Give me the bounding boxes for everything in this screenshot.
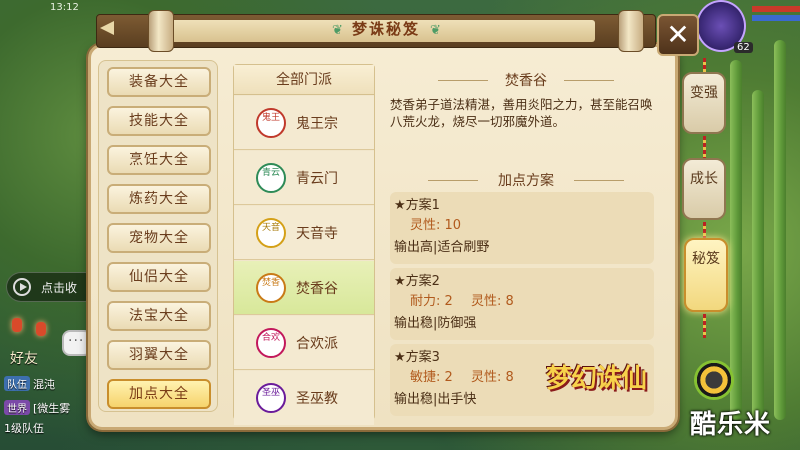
close-icon: ✕ (666, 18, 690, 51)
sect-description: 焚香弟子道法精湛，善用炎阳之力，甚至能召唤八荒火龙，烧尽一切邪魔外道。 (390, 97, 653, 129)
title-ornament-icon: ❦ (430, 23, 441, 38)
sect-item-qingyun[interactable]: 青云 青云门 (234, 151, 374, 205)
category-alchemy[interactable]: 炼药大全 (107, 184, 211, 214)
category-list: 装备大全 技能大全 烹饪大全 炼药大全 宠物大全 仙侣大全 法宝大全 羽翼大全 … (98, 60, 218, 412)
plan-stat: 灵性: 10 (410, 218, 462, 233)
plan-stat: 耐力: 2 (410, 294, 453, 309)
auto-play-label: 点击收 (41, 281, 78, 295)
plan-description: 输出稳|出手快 (394, 392, 477, 407)
sect-name: 青云门 (296, 171, 338, 187)
sect-name: 合欢派 (296, 336, 338, 352)
bamboo-decoration (730, 60, 742, 420)
divider (564, 80, 614, 81)
mp-bar (752, 15, 800, 21)
sect-list: 全部门派 鬼王 鬼王宗 青云 青云门 天音 天音寺 焚香 焚香谷 合欢 合欢派 … (233, 64, 375, 425)
sect-item-hehuan[interactable]: 合欢 合欢派 (234, 316, 374, 370)
category-attribute-points[interactable]: 加点大全 (107, 379, 211, 409)
category-skills[interactable]: 技能大全 (107, 106, 211, 136)
friends-button[interactable]: 好友 (10, 348, 38, 368)
plan-stats: 灵性: 10 (410, 214, 475, 233)
plan-name: ★方案1 (394, 198, 440, 213)
scroll-cap-left (148, 10, 174, 52)
chat-line[interactable]: 世界 [微生雾 (4, 400, 70, 416)
sect-name: 圣巫教 (296, 391, 338, 407)
close-button[interactable]: ✕ (657, 14, 699, 56)
category-wings[interactable]: 羽翼大全 (107, 340, 211, 370)
sect-item-tianyin[interactable]: 天音 天音寺 (234, 206, 374, 260)
player-level-badge: 62 (734, 42, 753, 53)
sect-emblem-icon: 青云 (256, 163, 286, 193)
chat-text: [微生雾 (33, 402, 71, 415)
sect-emblem-icon: 天音 (256, 218, 286, 248)
play-icon (13, 278, 31, 296)
tab-chain (703, 314, 706, 338)
sect-emblem-icon: 焚香 (256, 273, 286, 303)
sect-name: 焚香谷 (296, 281, 338, 297)
plan-name: ★方案3 (394, 350, 440, 365)
sect-name: 鬼王宗 (296, 116, 338, 132)
sect-list-header[interactable]: 全部门派 (234, 65, 374, 95)
sect-name: 天音寺 (296, 226, 338, 242)
chat-line[interactable]: 1级队伍 (4, 420, 44, 436)
chat-channel-tag: 队伍 (4, 376, 30, 391)
plan-description: 输出高|适合刷野 (394, 240, 490, 255)
panel-title: 梦诛秘笈 (351, 20, 420, 38)
plan-stats: 耐力: 2 灵性: 8 (410, 290, 528, 309)
plan-stat: 灵性: 8 (470, 294, 514, 309)
plan-card: ★方案1 灵性: 10 输出高|适合刷野 (390, 192, 654, 264)
category-companions[interactable]: 仙侣大全 (107, 262, 211, 292)
plan-stat: 敏捷: 2 (410, 370, 453, 385)
sect-item-guiwang[interactable]: 鬼王 鬼王宗 (234, 96, 374, 150)
category-pets[interactable]: 宠物大全 (107, 223, 211, 253)
hp-bar (752, 6, 800, 12)
category-cooking[interactable]: 烹饪大全 (107, 145, 211, 175)
sect-emblem-icon: 鬼王 (256, 108, 286, 138)
auto-play-button[interactable]: 点击收 (6, 272, 100, 302)
sect-item-shengwu[interactable]: 圣巫 圣巫教 (234, 371, 374, 425)
chat-text: 混沌 (33, 378, 55, 391)
sect-emblem-icon: 合欢 (256, 328, 286, 358)
clock: 13:12 (50, 2, 79, 13)
plan-stats: 敏捷: 2 灵性: 8 (410, 366, 528, 385)
sect-emblem-icon: 圣巫 (256, 383, 286, 413)
tab-chain (703, 58, 706, 72)
tab-chain (703, 222, 706, 238)
plan-card: ★方案2 耐力: 2 灵性: 8 输出稳|防御强 (390, 268, 654, 340)
category-equipment[interactable]: 装备大全 (107, 67, 211, 97)
plan-stat: 灵性: 8 (470, 370, 514, 385)
chat-channel-tag: 世界 (4, 400, 30, 415)
lantern-decoration (12, 318, 22, 332)
watermark: 酷乐米 (690, 410, 772, 440)
game-logo-text: 梦幻诛仙 (546, 364, 647, 394)
chat-text: 1级队伍 (4, 422, 44, 435)
bamboo-decoration (752, 90, 764, 420)
category-artifacts[interactable]: 法宝大全 (107, 301, 211, 331)
bamboo-decoration (774, 40, 786, 420)
publisher-logo-icon (694, 360, 734, 400)
tab-growth[interactable]: 成长 (682, 158, 726, 220)
sect-detail-title: 焚香谷 (505, 73, 547, 89)
tab-secret-book[interactable]: 秘笈 (684, 238, 728, 312)
tab-get-stronger[interactable]: 变强 (682, 72, 726, 134)
game-logo: 梦幻诛仙 (546, 358, 666, 410)
lantern-decoration (36, 322, 46, 336)
chat-line[interactable]: 队伍 混沌 (4, 376, 55, 392)
sect-item-fenxiang[interactable]: 焚香 焚香谷 (234, 261, 374, 315)
tab-chain (703, 136, 706, 158)
divider (574, 180, 624, 181)
plan-name: ★方案2 (394, 274, 440, 289)
back-arrow-icon[interactable] (96, 20, 126, 36)
scroll-cap-right (618, 10, 644, 52)
plan-description: 输出稳|防御强 (394, 316, 477, 331)
